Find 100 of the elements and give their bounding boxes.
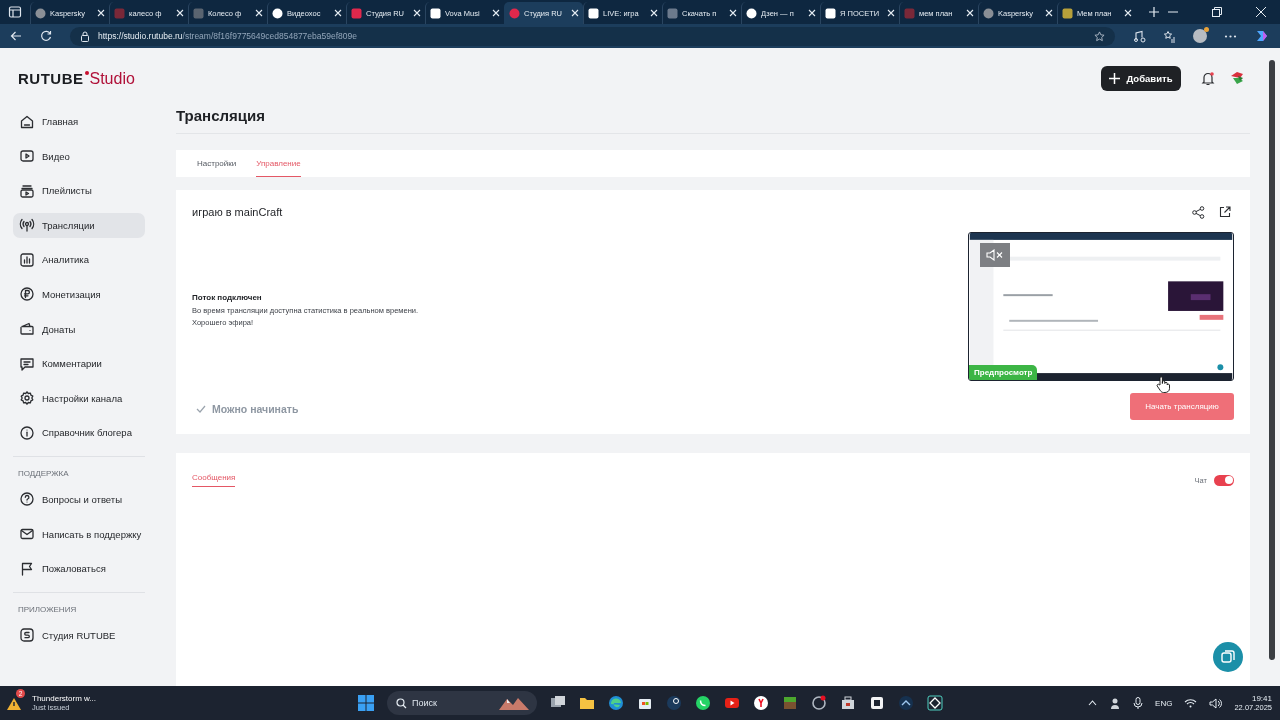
edge-browser-icon[interactable] <box>608 695 624 711</box>
close-icon[interactable] <box>729 9 737 17</box>
folder-icon[interactable] <box>579 695 595 711</box>
reload-icon[interactable] <box>40 30 52 42</box>
playlist-icon <box>19 182 35 199</box>
brand-logo[interactable]: RUTUBE <box>18 70 84 87</box>
close-icon[interactable] <box>571 9 579 17</box>
plus-icon <box>1109 72 1121 84</box>
play-icon[interactable] <box>724 695 740 711</box>
sidebar-item[interactable]: Студия RUTUBE <box>13 622 145 648</box>
preview-badge: Предпросмотр <box>969 365 1038 380</box>
mute-icon <box>986 249 1004 261</box>
back-icon[interactable] <box>10 30 22 42</box>
favicon-icon <box>351 7 362 19</box>
sidebar-item[interactable]: Донаты <box>13 316 145 342</box>
person-icon[interactable] <box>1109 697 1122 709</box>
taskbar-search-field[interactable]: Поиск <box>387 691 537 715</box>
new-tab-icon[interactable] <box>1148 6 1160 18</box>
share-icon[interactable] <box>1192 206 1205 219</box>
copilot-icon[interactable] <box>1254 28 1270 44</box>
favicon-icon <box>35 7 46 19</box>
notification-bell-icon[interactable] <box>1201 70 1215 86</box>
more-icon[interactable] <box>1224 34 1237 38</box>
diamond-app-icon[interactable] <box>927 695 943 711</box>
close-icon[interactable] <box>176 9 184 17</box>
wifi-icon[interactable] <box>1184 698 1198 708</box>
cube-app-icon[interactable] <box>869 695 885 711</box>
page-tab[interactable]: Настройки <box>197 150 237 177</box>
favicon-icon <box>1062 7 1073 19</box>
yandex-browser-icon[interactable] <box>753 695 769 711</box>
mute-button[interactable] <box>980 243 1010 267</box>
close-icon[interactable] <box>334 9 342 17</box>
whatsapp-icon[interactable] <box>695 695 711 711</box>
page-tab[interactable]: Управление <box>256 150 301 177</box>
brand-logo-product: Studio <box>89 70 135 88</box>
sidebar-item[interactable]: Плейлисты <box>13 178 145 204</box>
microphone-icon[interactable] <box>1133 697 1144 709</box>
favicon-icon <box>114 7 125 19</box>
close-icon[interactable] <box>808 9 816 17</box>
close-icon[interactable] <box>1256 7 1266 17</box>
clock-time[interactable]: 19:41 <box>1234 694 1272 703</box>
sidebar-item[interactable]: Главная <box>13 109 145 134</box>
chart-icon <box>19 251 35 268</box>
messages-tab[interactable]: Сообщения <box>192 473 236 487</box>
close-icon[interactable] <box>97 9 105 17</box>
chevron-up-icon[interactable] <box>1088 700 1098 706</box>
close-icon[interactable] <box>887 9 895 17</box>
sidebar-item[interactable]: Пожаловаться <box>13 556 145 582</box>
language-indicator[interactable]: ENG <box>1155 698 1173 708</box>
start-icon[interactable] <box>358 695 374 711</box>
info-icon <box>19 424 35 441</box>
favicon-icon <box>430 7 441 19</box>
close-icon[interactable] <box>413 9 421 17</box>
sidebar-item[interactable]: Трансляции <box>13 212 145 238</box>
grass-block-icon[interactable] <box>782 695 798 711</box>
music-icon[interactable] <box>1133 29 1146 43</box>
sidebar-item[interactable]: Аналитика <box>13 247 145 273</box>
close-icon[interactable] <box>492 9 500 17</box>
favicon-icon <box>272 7 283 19</box>
settings-icon <box>19 390 35 407</box>
favicon-icon <box>193 7 204 19</box>
wallet-icon <box>19 321 35 338</box>
video-icon <box>19 148 35 165</box>
sidebar-item[interactable]: Вопросы и ответы <box>13 486 145 512</box>
close-icon[interactable] <box>1124 9 1132 17</box>
scrollbar-thumb[interactable] <box>1269 60 1275 660</box>
lock-icon <box>80 30 90 42</box>
sidebar-item[interactable]: Настройки канала <box>13 385 145 411</box>
favicon-icon <box>588 7 599 19</box>
favicon-icon <box>983 7 994 19</box>
favorites-icon[interactable] <box>1163 29 1176 43</box>
copy-icon <box>1220 649 1236 665</box>
chat-toggle[interactable] <box>1214 474 1234 486</box>
restore-icon[interactable] <box>1212 7 1222 17</box>
close-icon[interactable] <box>966 9 974 17</box>
comment-icon <box>19 355 35 372</box>
sidebar-item[interactable]: Видео <box>13 143 145 169</box>
mountains-icon <box>499 696 529 710</box>
profile-avatar[interactable] <box>1193 29 1207 43</box>
close-icon[interactable] <box>255 9 263 17</box>
sidebar-item[interactable]: Монетизация <box>13 281 145 307</box>
close-icon[interactable] <box>1045 9 1053 17</box>
volume-icon[interactable] <box>1209 697 1223 709</box>
stream-title: играю в mainCraft <box>192 206 284 220</box>
flag-icon <box>19 560 35 577</box>
address-field[interactable]: https://studio.rutube.ru/stream/8f16f9775649ced854877eba59ef809e <box>70 26 1115 46</box>
toolbox-icon[interactable] <box>840 695 856 711</box>
studio-app-icon <box>19 627 35 644</box>
favicon-icon <box>825 7 836 19</box>
help-icon <box>19 491 35 508</box>
sidebar-item[interactable]: Комментарии <box>13 351 145 377</box>
tab-actions-icon[interactable] <box>8 5 22 19</box>
close-icon[interactable] <box>650 9 658 17</box>
add-button[interactable]: Добавить <box>1101 65 1181 91</box>
home-icon <box>19 113 35 130</box>
star-icon[interactable] <box>1094 30 1105 42</box>
search-icon <box>396 697 407 709</box>
sidebar-item[interactable]: Справочник блогера <box>13 420 145 446</box>
external-link-icon[interactable] <box>1219 206 1231 218</box>
sidebar-item[interactable]: Написать в поддержку <box>13 521 145 547</box>
